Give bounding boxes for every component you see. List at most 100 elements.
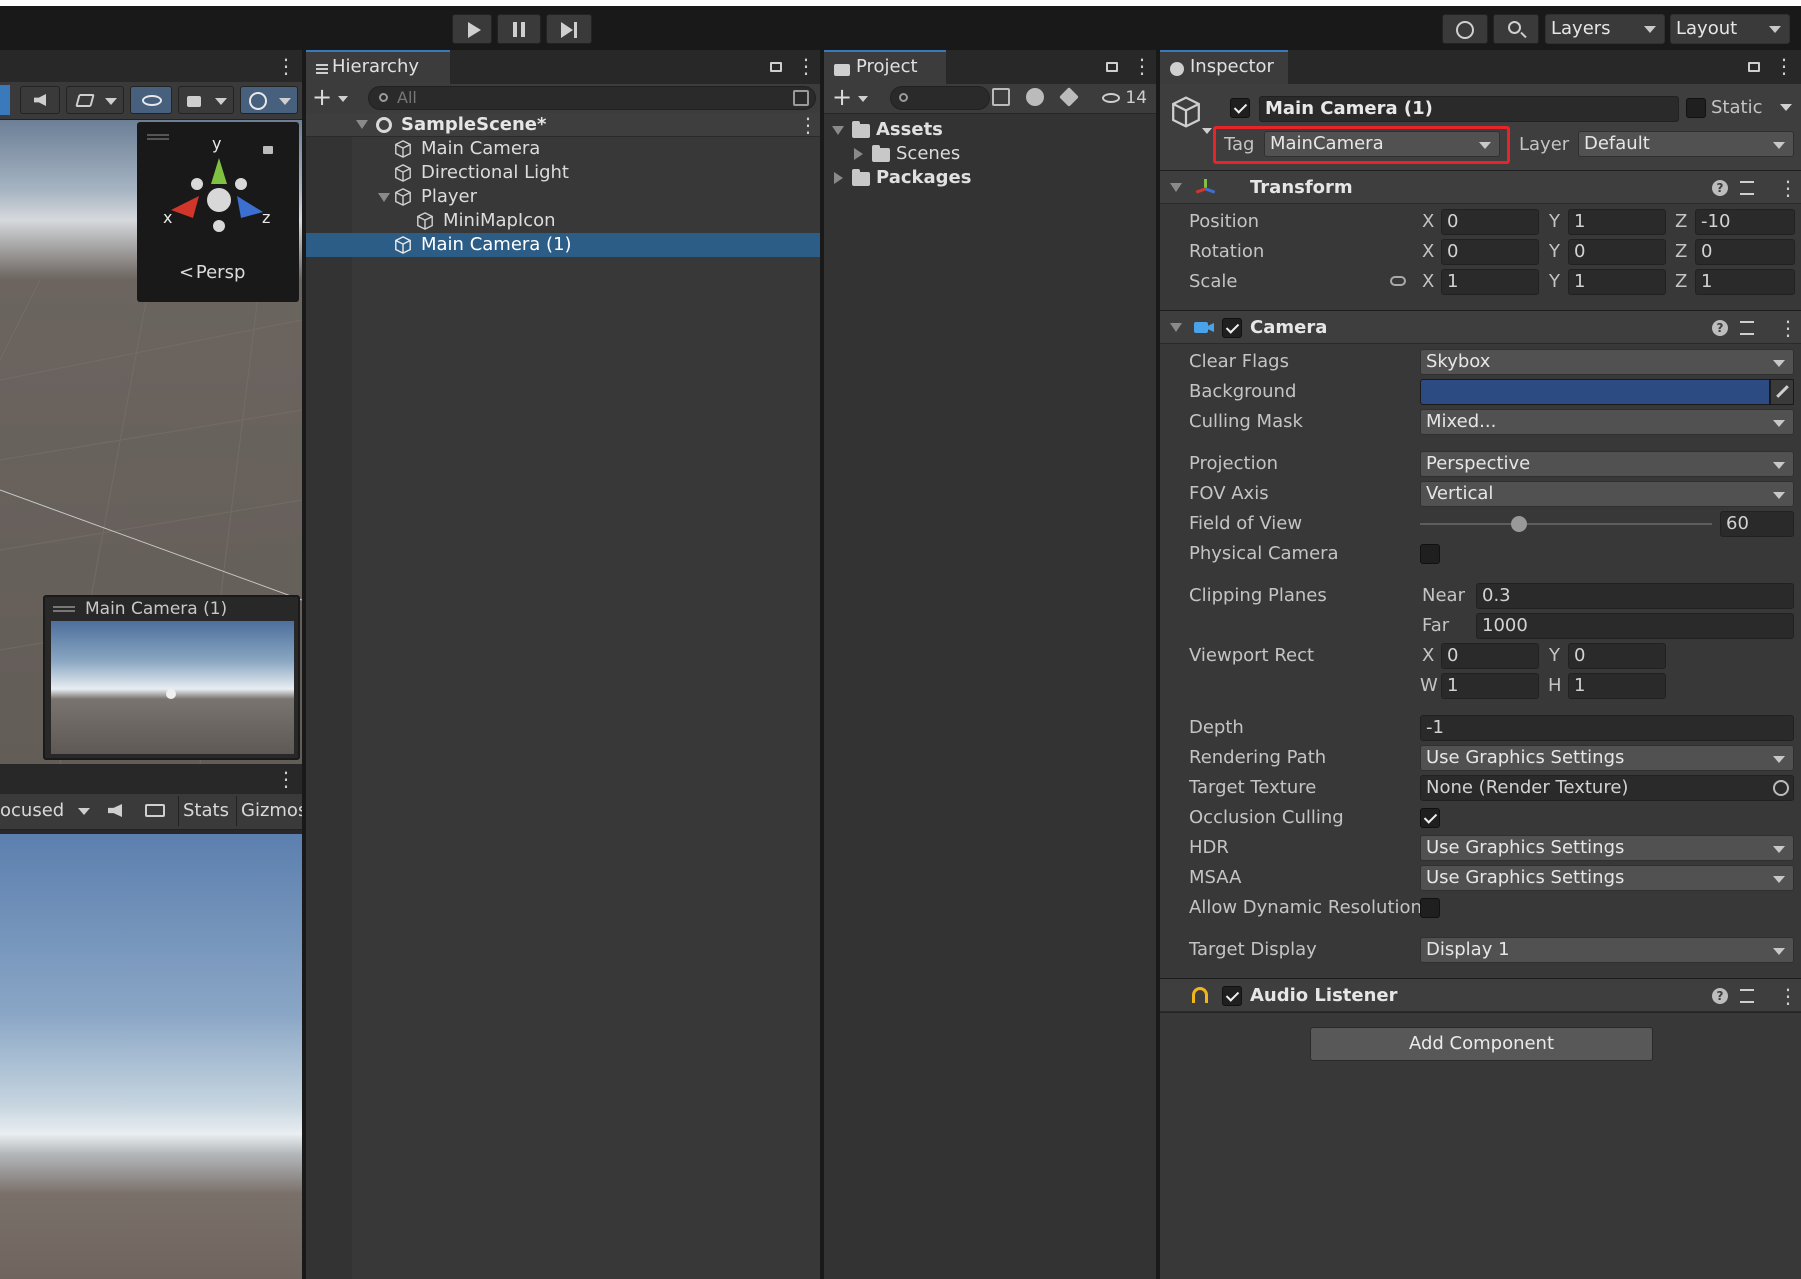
near-field[interactable]: 0.3 [1476, 583, 1794, 609]
collapse-arrow-icon[interactable] [1170, 183, 1182, 192]
hierarchy-item-main-camera-1[interactable]: Main Camera (1) [306, 233, 820, 257]
expand-arrow-icon[interactable] [854, 148, 863, 160]
target-display-dropdown[interactable]: Display 1 [1420, 937, 1794, 963]
background-color-field[interactable] [1420, 379, 1770, 405]
clear-flags-dropdown[interactable]: Skybox [1420, 349, 1794, 375]
position-z-field[interactable]: -10 [1695, 209, 1795, 235]
history-button[interactable] [1442, 14, 1488, 44]
fov-slider[interactable] [1420, 512, 1712, 536]
hierarchy-item-player[interactable]: Player [306, 185, 820, 209]
position-x-field[interactable]: 0 [1441, 209, 1539, 235]
viewport-y-field[interactable]: 0 [1568, 643, 1666, 669]
rotation-y-field[interactable]: 0 [1568, 239, 1666, 265]
static-checkbox[interactable] [1686, 98, 1706, 118]
effects-button[interactable] [66, 86, 124, 114]
tab-inspector[interactable]: Inspector [1160, 50, 1288, 84]
pause-button[interactable] [497, 14, 541, 44]
gizmos-toggle[interactable] [240, 86, 298, 114]
gizmos-button[interactable]: Gizmos [236, 796, 302, 826]
project-item-assets[interactable]: Assets [824, 118, 1160, 142]
fov-slider-thumb[interactable] [1511, 516, 1527, 532]
add-component-button[interactable]: Add Component [1310, 1027, 1653, 1061]
collapse-arrow-icon[interactable] [1170, 323, 1182, 332]
project-item-packages[interactable]: Packages [824, 166, 1160, 190]
scale-y-field[interactable]: 1 [1568, 269, 1666, 295]
expand-arrow-icon[interactable] [378, 193, 390, 202]
object-name-field[interactable]: Main Camera (1) [1259, 96, 1679, 122]
orientation-gizmo[interactable]: y x z < Persp [137, 122, 299, 302]
audio-listener-header[interactable]: Audio Listener ? [1160, 978, 1801, 1012]
hierarchy-item-minimapicon[interactable]: MiniMapIcon [306, 209, 820, 233]
audio-mute-button[interactable] [20, 86, 60, 114]
scale-z-field[interactable]: 1 [1695, 269, 1795, 295]
expand-arrow-icon[interactable] [356, 120, 368, 129]
scene-header-row[interactable]: SampleScene* [306, 113, 820, 137]
project-search-input[interactable] [890, 86, 990, 110]
physical-camera-checkbox[interactable] [1420, 544, 1440, 564]
object-picker-icon[interactable] [1773, 780, 1789, 796]
help-icon[interactable]: ? [1712, 180, 1728, 196]
hierarchy-item-directional-light[interactable]: Directional Light [306, 161, 820, 185]
camera-header[interactable]: Camera ? [1160, 310, 1801, 344]
presets-icon[interactable] [1740, 321, 1754, 335]
far-field[interactable]: 1000 [1476, 613, 1794, 639]
keyboard-button[interactable] [138, 796, 172, 826]
game-viewport[interactable] [0, 834, 302, 1279]
scene-row-menu-icon[interactable] [798, 113, 818, 137]
help-icon[interactable]: ? [1712, 320, 1728, 336]
audio-listener-menu-icon[interactable] [1778, 984, 1798, 1008]
help-icon[interactable]: ? [1712, 988, 1728, 1004]
layers-dropdown[interactable]: Layers [1545, 14, 1665, 44]
hdr-dropdown[interactable]: Use Graphics Settings [1420, 835, 1794, 861]
lock-icon[interactable] [1748, 62, 1760, 72]
project-menu-icon[interactable] [1132, 54, 1152, 78]
msaa-dropdown[interactable]: Use Graphics Settings [1420, 865, 1794, 891]
hidden-objects-toggle[interactable] [130, 86, 172, 114]
dynamic-resolution-checkbox[interactable] [1420, 898, 1440, 918]
constrain-proportions-icon[interactable] [1390, 276, 1406, 286]
gameobject-large-icon[interactable] [1170, 96, 1202, 128]
project-item-scenes[interactable]: Scenes [824, 142, 1160, 166]
viewport-h-field[interactable]: 1 [1568, 673, 1666, 699]
rendering-path-dropdown[interactable]: Use Graphics Settings [1420, 745, 1794, 771]
icon-dropdown-caret[interactable] [1202, 128, 1212, 134]
position-y-field[interactable]: 1 [1568, 209, 1666, 235]
occlusion-culling-checkbox[interactable] [1420, 808, 1440, 828]
filter-by-type-icon[interactable] [1026, 88, 1044, 106]
tab-hierarchy[interactable]: Hierarchy [306, 50, 450, 84]
depth-field[interactable]: -1 [1420, 715, 1794, 741]
hierarchy-search-input[interactable]: All [368, 86, 816, 110]
camera-menu-icon[interactable] [1778, 316, 1798, 340]
rotation-x-field[interactable]: 0 [1441, 239, 1539, 265]
lock-icon[interactable] [1106, 62, 1118, 72]
projection-dropdown[interactable]: Perspective [1420, 451, 1794, 477]
inspector-menu-icon[interactable] [1774, 54, 1794, 78]
scene-menu-icon[interactable] [276, 54, 296, 78]
fov-axis-dropdown[interactable]: Vertical [1420, 481, 1794, 507]
search-by-type-icon[interactable] [992, 88, 1010, 106]
scene-tool-left[interactable] [0, 85, 10, 115]
expand-arrow-icon[interactable] [834, 172, 843, 184]
stats-button[interactable]: Stats [178, 796, 233, 826]
camera-enabled-checkbox[interactable] [1222, 318, 1242, 338]
fov-field[interactable]: 60 [1720, 511, 1794, 537]
persp-label[interactable]: < Persp [179, 262, 245, 283]
project-create-button[interactable]: + [832, 84, 872, 112]
play-button[interactable] [452, 14, 492, 44]
eyedropper-button[interactable] [1770, 379, 1794, 405]
mute-audio-button[interactable] [100, 796, 132, 826]
step-button[interactable] [546, 14, 592, 44]
camera-view-button[interactable] [178, 86, 234, 114]
hierarchy-item-main-camera[interactable]: Main Camera [306, 137, 820, 161]
rotation-z-field[interactable]: 0 [1695, 239, 1795, 265]
search-button[interactable] [1493, 14, 1539, 44]
viewport-x-field[interactable]: 0 [1441, 643, 1539, 669]
transform-menu-icon[interactable] [1778, 176, 1798, 200]
hierarchy-create-button[interactable]: + [312, 84, 352, 112]
game-menu-icon[interactable] [276, 767, 296, 791]
static-dropdown-caret[interactable] [1780, 104, 1792, 111]
expand-arrow-icon[interactable] [832, 126, 844, 135]
culling-mask-dropdown[interactable]: Mixed... [1420, 409, 1794, 435]
layout-dropdown[interactable]: Layout [1670, 14, 1790, 44]
transform-header[interactable]: Transform ? [1160, 170, 1801, 204]
